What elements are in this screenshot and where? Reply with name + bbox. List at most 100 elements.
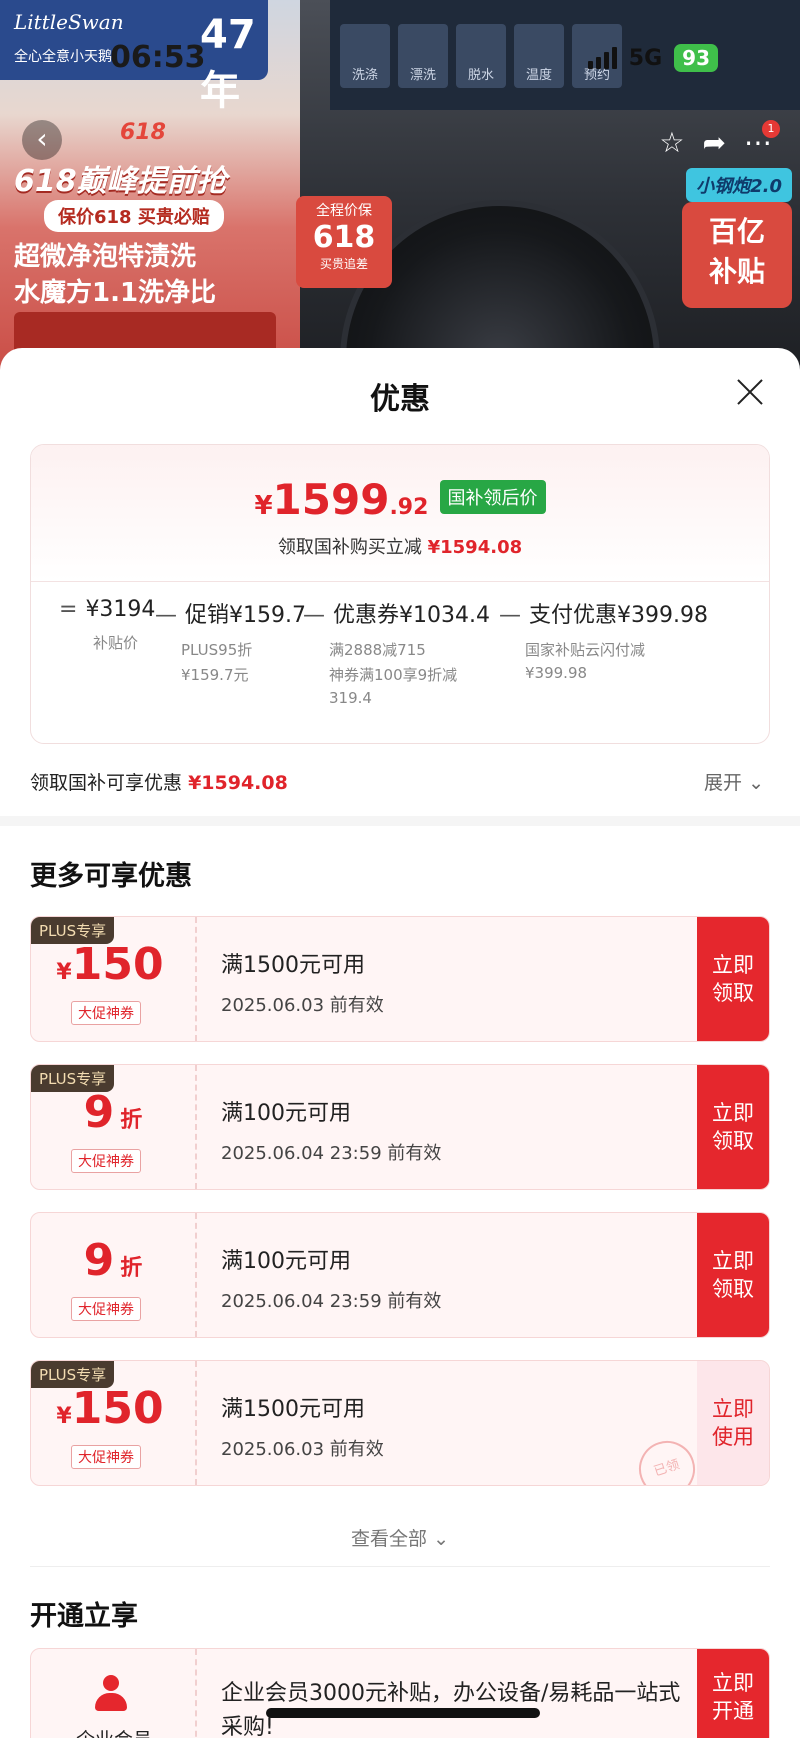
coupon-tag: 大促神券	[71, 1445, 141, 1469]
formula-op: —	[155, 603, 177, 628]
coupon-value-area: PLUS专享 ¥150 大促神券	[31, 1361, 195, 1485]
series-tag: 小钢炮2.0	[686, 168, 792, 202]
status-icons: 5G 93	[587, 44, 718, 72]
more-discounts-title: 更多可享优惠	[30, 861, 192, 892]
share-icon[interactable]: ➦	[703, 126, 726, 159]
formula-item: — 支付优惠¥399.98 国家补贴云闪付减 ¥399.98	[499, 597, 708, 682]
coupon-condition: 满100元可用	[221, 1249, 351, 1274]
coupon-condition: 满1500元可用	[221, 1397, 365, 1422]
formula-op: =	[59, 597, 78, 622]
view-all-button[interactable]: 查看全部 ⌄	[0, 1524, 800, 1551]
formula-value: 优惠券¥1034.4	[333, 603, 490, 628]
business-member-label: 企业会员	[59, 1725, 169, 1738]
coupon-amount: 9折	[83, 1235, 143, 1286]
formula-op: —	[499, 603, 521, 628]
price-integer: 1599	[272, 475, 390, 524]
promo-line: 超微净泡特渍洗	[14, 242, 197, 272]
coupon-card: PLUS专享 ¥150 大促神券 满1500元可用 2025.06.03 前有效…	[30, 916, 770, 1042]
claim-summary: 领取国补可享优惠 ¥1594.08	[30, 768, 288, 795]
brand-years: 47年	[200, 12, 256, 114]
coupon-value-area: 9折 大促神券	[31, 1213, 195, 1337]
close-icon[interactable]	[736, 378, 764, 406]
divider	[31, 581, 769, 582]
coupon-amount: ¥150	[56, 939, 164, 990]
network-label: 5G	[628, 45, 663, 71]
washer-button: 脱水	[456, 24, 506, 88]
claim-prefix: 领取国补可享优惠	[30, 772, 183, 794]
promo-title: 618巅峰提前抢	[14, 164, 227, 199]
coupon-divider	[195, 1649, 197, 1738]
coupon-condition: 满100元可用	[221, 1101, 351, 1126]
price-protect-badge: 全程价保 618 买贵追差	[296, 196, 392, 288]
home-indicator[interactable]	[266, 1708, 540, 1718]
coupon-divider	[195, 1213, 197, 1337]
claim-coupon-button[interactable]: 立即 领取	[697, 1065, 769, 1189]
coupon-divider	[195, 1361, 197, 1485]
back-button[interactable]: ‹	[22, 120, 62, 160]
price-currency: ¥	[254, 491, 273, 521]
washer-buttons: 洗涤 漂洗 脱水 温度 预约	[340, 24, 622, 88]
battery-icon: 93	[674, 44, 718, 72]
coupon-tag: 大促神券	[71, 1001, 141, 1025]
washer-button: 漂洗	[398, 24, 448, 88]
formula-note: 319.4	[329, 689, 372, 707]
discount-sheet: 优惠 ¥1599.92 国补领后价 领取国补购买立减 ¥1594.08 = ¥31…	[0, 348, 800, 1738]
star-icon[interactable]: ☆	[659, 126, 684, 159]
coupon-amount: ¥150	[56, 1383, 164, 1434]
coupon-expiry: 2025.06.04 23:59 前有效	[221, 1143, 442, 1164]
coupon-value-area: PLUS专享 9折 大促神券	[31, 1065, 195, 1189]
chevron-down-icon: ⌄	[748, 772, 764, 794]
section-separator	[0, 816, 800, 826]
product-banner: 洗涤 漂洗 脱水 温度 预约 LittleSwan 全心全意小天鹅 47年 06…	[0, 0, 800, 380]
formula-value: ¥3194	[85, 597, 156, 622]
coupon-divider	[195, 1065, 197, 1189]
price-decimal: .92	[389, 495, 429, 520]
coupon-condition: 满1500元可用	[221, 953, 365, 978]
price-sub: 领取国补购买立减 ¥1594.08	[31, 533, 769, 559]
promo-line: 水魔方1.1洗净比	[14, 278, 217, 308]
coupon-card: 9折 大促神券 满100元可用 2025.06.04 23:59 前有效 立即 …	[30, 1212, 770, 1338]
expand-button[interactable]: 展开 ⌄	[704, 768, 764, 795]
formula-op: —	[303, 603, 325, 628]
formula-item: = ¥3194 补贴价	[59, 597, 155, 653]
chevron-down-icon: ⌄	[433, 1528, 449, 1550]
formula-note: 补贴价	[93, 634, 139, 652]
coupon-expiry: 2025.06.04 23:59 前有效	[221, 1291, 442, 1312]
coupon-expiry: 2025.06.03 前有效	[221, 1439, 384, 1460]
formula-item: — 促销¥159.7 PLUS95折 ¥159.7元	[155, 597, 306, 685]
header-actions: ☆ ➦ ⋯	[659, 126, 772, 159]
sheet-title: 优惠	[370, 382, 430, 417]
claim-coupon-button[interactable]: 立即 领取	[697, 1213, 769, 1337]
price-sub-amount: ¥1594.08	[427, 537, 523, 558]
signal-icon	[587, 47, 617, 69]
coupon-tag: 大促神券	[71, 1149, 141, 1173]
coupon-tag: 大促神券	[71, 1297, 141, 1321]
washer-button: 温度	[514, 24, 564, 88]
formula-note: 国家补贴云闪付减	[525, 641, 646, 659]
brand-slogan: 全心全意小天鹅	[14, 49, 112, 65]
cart-count-badge: 1	[762, 120, 780, 138]
subsidy-line: 补贴	[708, 255, 765, 288]
price-breakdown-card: ¥1599.92 国补领后价 领取国补购买立减 ¥1594.08 = ¥3194 …	[30, 444, 770, 744]
subsidy-line: 百亿	[708, 215, 765, 248]
price-protect-top: 全程价保	[316, 203, 372, 219]
open-membership-button[interactable]: 立即 开通	[697, 1649, 769, 1738]
coupon-expiry: 2025.06.03 前有效	[221, 995, 384, 1016]
claimed-stamp: 已领	[631, 1433, 703, 1485]
coupon-card: PLUS专享 ¥150 大促神券 满1500元可用 2025.06.03 前有效…	[30, 1360, 770, 1486]
business-member-card: 企业会员 企业会员3000元补贴，办公设备/易耗品一站式采购! 立即 开通	[30, 1648, 770, 1738]
badge-618: 618	[120, 120, 166, 145]
subsidy-badge: 百亿 补贴	[682, 202, 792, 308]
use-coupon-button[interactable]: 立即 使用	[697, 1361, 769, 1485]
brand-logo: LittleSwan	[14, 10, 124, 34]
status-time: 06:53	[110, 40, 206, 75]
claim-coupon-button[interactable]: 立即 领取	[697, 917, 769, 1041]
coupon-card: PLUS专享 9折 大促神券 满100元可用 2025.06.04 23:59 …	[30, 1064, 770, 1190]
formula-note: ¥159.7元	[181, 666, 249, 684]
formula-note: PLUS95折	[181, 641, 253, 659]
view-all-label: 查看全部	[351, 1528, 428, 1550]
price-protect-bot: 买贵追差	[319, 257, 368, 271]
formula-note: 满2888减715	[329, 641, 426, 659]
price-tag: 国补领后价	[439, 480, 546, 514]
final-price: ¥1599.92 国补领后价	[31, 475, 769, 524]
